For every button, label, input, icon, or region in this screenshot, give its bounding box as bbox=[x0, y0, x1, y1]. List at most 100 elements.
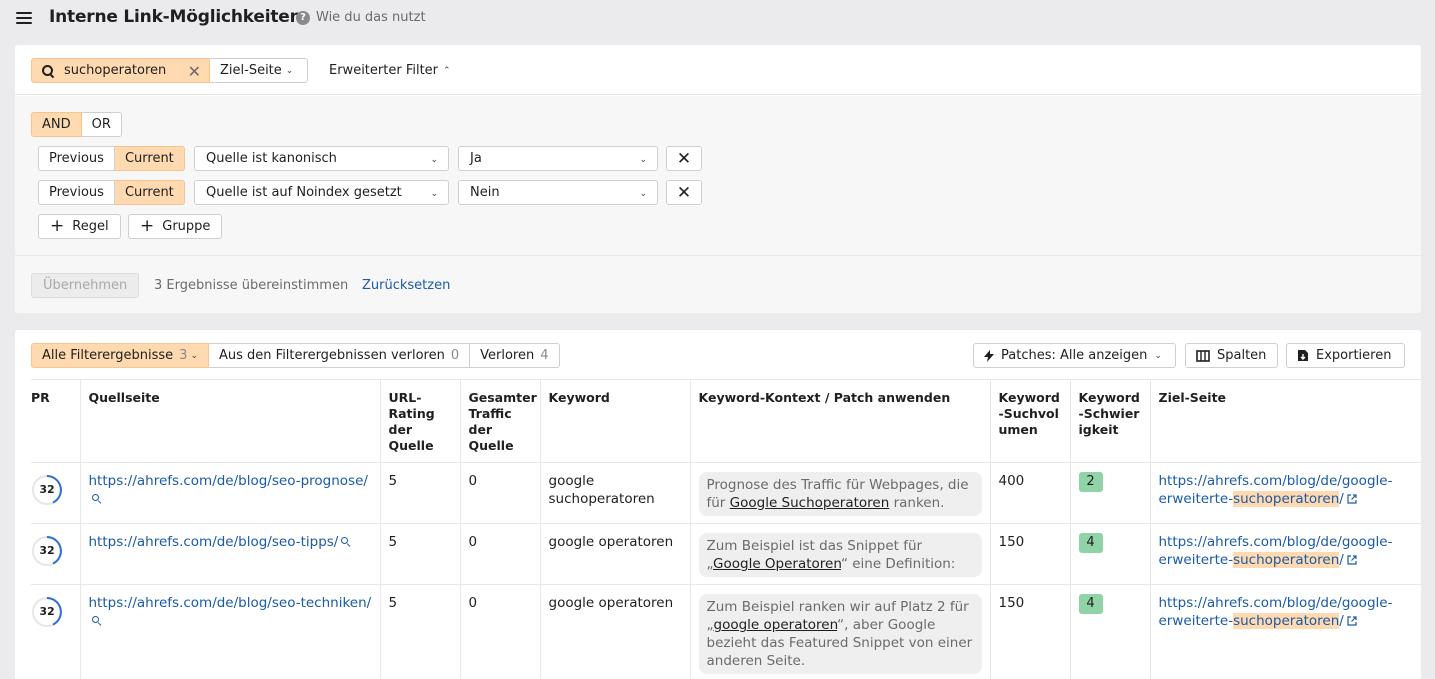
advanced-filter-label: Erweiterter Filter bbox=[329, 63, 439, 78]
rule-2-value-select[interactable]: Nein ⌄ bbox=[458, 180, 658, 205]
magnifier-icon[interactable] bbox=[341, 536, 351, 546]
keyword-cell: google operatoren bbox=[539, 584, 690, 679]
col-keyword[interactable]: Keyword bbox=[539, 379, 690, 463]
context-text: ranken. bbox=[889, 495, 945, 511]
page-title: Interne Link-Möglichkeiten bbox=[49, 7, 302, 27]
chevron-down-icon: ⌄ bbox=[430, 155, 438, 165]
chevron-down-icon: ⌄ bbox=[190, 350, 198, 361]
traffic-cell: 0 bbox=[459, 462, 540, 524]
kd-badge: 2 bbox=[1078, 472, 1103, 492]
filter-panel: suchoperatoren ✕ Ziel-Seite ⌄ Erweiterte… bbox=[15, 45, 1421, 313]
url-rating-cell: 5 bbox=[379, 584, 460, 679]
traffic-cell: 0 bbox=[459, 584, 540, 679]
kd-badge: 4 bbox=[1078, 594, 1103, 614]
rule-builder: AND OR Previous Current Quelle ist kanon… bbox=[15, 96, 1421, 256]
kd-badge: 4 bbox=[1078, 533, 1103, 553]
match-count: 3 Ergebnisse übereinstimmen bbox=[154, 278, 349, 293]
results-panel: Alle Filterergebnisse 3 ⌄ Aus den Filter… bbox=[15, 330, 1421, 679]
source-link[interactable]: https://ahrefs.com/de/blog/seo-tipps/ bbox=[89, 534, 339, 550]
keyword-context[interactable]: Prognose des Traffic für Webpages, die f… bbox=[698, 472, 982, 516]
add-rule-label: Regel bbox=[72, 219, 109, 234]
tab-count: 0 bbox=[450, 348, 460, 363]
pr-value: 32 bbox=[39, 483, 55, 496]
magnifier-icon[interactable] bbox=[91, 615, 102, 625]
patches-dropdown[interactable]: Patches: Alle anzeigen ⌄ bbox=[973, 343, 1176, 368]
keyword-context[interactable]: Zum Beispiel ranken wir auf Platz 2 für … bbox=[698, 594, 982, 674]
pr-ring: 32 bbox=[31, 535, 63, 567]
volume-cell: 150 bbox=[989, 584, 1070, 679]
close-icon: ✕ bbox=[676, 182, 692, 203]
col-volume[interactable]: Keyword-Suchvolumen bbox=[989, 379, 1070, 463]
search-chip[interactable]: suchoperatoren ✕ bbox=[31, 58, 210, 83]
rule-1-field: Quelle ist kanonisch bbox=[206, 151, 337, 166]
keyword-context[interactable]: Zum Beispiel ist das Snippet für „Google… bbox=[698, 533, 982, 577]
results-table: PR Quellseite URL-Rating der Quelle Gesa… bbox=[31, 379, 1421, 679]
previous-button[interactable]: Previous bbox=[38, 180, 115, 205]
export-icon bbox=[1297, 349, 1309, 362]
target-url-part: / bbox=[1339, 552, 1344, 568]
rule-2-value: Nein bbox=[470, 185, 500, 200]
col-source[interactable]: Quellseite bbox=[79, 379, 380, 463]
rule-1-field-select[interactable]: Quelle ist kanonisch ⌄ bbox=[194, 146, 449, 171]
close-icon[interactable]: ✕ bbox=[188, 62, 201, 81]
target-page-label: Ziel-Seite bbox=[220, 63, 282, 78]
apply-button[interactable]: Übernehmen bbox=[31, 273, 140, 298]
rule-2-period-toggle: Previous Current bbox=[38, 180, 185, 205]
context-keyword: Google Operatoren bbox=[713, 556, 841, 572]
col-target[interactable]: Ziel-Seite bbox=[1149, 379, 1421, 463]
target-link[interactable]: https://ahrefs.com/blog/de/google-erweit… bbox=[1159, 595, 1392, 629]
external-link-icon[interactable] bbox=[1347, 616, 1357, 626]
menu-icon[interactable] bbox=[16, 12, 32, 24]
help-link[interactable]: ? Wie du das nutzt bbox=[296, 10, 426, 25]
external-link-icon[interactable] bbox=[1347, 494, 1357, 504]
col-difficulty[interactable]: Keyword-Schwierigkeit bbox=[1069, 379, 1150, 463]
source-link[interactable]: https://ahrefs.com/de/blog/seo-techniken… bbox=[89, 595, 372, 611]
tab-lost-from-filter[interactable]: Aus den Filterergebnissen verloren 0 bbox=[209, 343, 471, 368]
rule-1-value-select[interactable]: Ja ⌄ bbox=[458, 146, 658, 171]
chevron-down-icon: ⌄ bbox=[430, 189, 438, 199]
current-button[interactable]: Current bbox=[114, 146, 185, 171]
col-url-rating[interactable]: URL-Rating der Quelle bbox=[379, 379, 460, 463]
tab-all-results[interactable]: Alle Filterergebnisse 3 ⌄ bbox=[31, 343, 209, 368]
export-button[interactable]: Exportieren bbox=[1286, 343, 1405, 368]
remove-rule-1-button[interactable]: ✕ bbox=[666, 146, 702, 171]
current-button[interactable]: Current bbox=[114, 180, 185, 205]
search-value: suchoperatoren bbox=[64, 63, 167, 78]
source-link[interactable]: https://ahrefs.com/de/blog/seo-prognose/ bbox=[89, 473, 368, 489]
patches-label: Patches: Alle anzeigen bbox=[1001, 348, 1148, 363]
target-link[interactable]: https://ahrefs.com/blog/de/google-erweit… bbox=[1159, 473, 1392, 507]
add-group-button[interactable]: + Gruppe bbox=[128, 214, 223, 239]
context-keyword: Google Suchoperatoren bbox=[729, 495, 890, 511]
remove-rule-2-button[interactable]: ✕ bbox=[666, 180, 702, 205]
table-row: 32 https://ahrefs.com/de/blog/seo-techni… bbox=[31, 584, 1421, 679]
chevron-down-icon: ⌄ bbox=[639, 155, 647, 165]
or-button[interactable]: OR bbox=[81, 112, 122, 137]
previous-button[interactable]: Previous bbox=[38, 146, 115, 171]
and-button[interactable]: AND bbox=[31, 112, 82, 137]
reset-link[interactable]: Zurücksetzen bbox=[362, 278, 450, 293]
tab-count: 3 bbox=[179, 348, 188, 363]
target-link[interactable]: https://ahrefs.com/blog/de/google-erweit… bbox=[1159, 534, 1392, 568]
columns-icon bbox=[1196, 349, 1210, 362]
target-page-dropdown[interactable]: Ziel-Seite ⌄ bbox=[210, 58, 308, 83]
col-traffic[interactable]: Gesamter Traffic der Quelle bbox=[459, 379, 540, 463]
pr-value: 32 bbox=[39, 544, 55, 557]
col-context[interactable]: Keyword-Kontext / Patch anwenden bbox=[689, 379, 990, 463]
pr-value: 32 bbox=[39, 605, 55, 618]
top-bar: Interne Link-Möglichkeiten ? Wie du das … bbox=[0, 0, 1435, 36]
rule-2-field-select[interactable]: Quelle ist auf Noindex gesetzt ⌄ bbox=[194, 180, 449, 205]
tab-label: Verloren bbox=[480, 348, 535, 363]
columns-button[interactable]: Spalten bbox=[1185, 343, 1278, 368]
table-row: 32 https://ahrefs.com/de/blog/seo-tipps/… bbox=[31, 523, 1421, 585]
chevron-down-icon: ⌄ bbox=[1154, 350, 1162, 361]
logic-toggle: AND OR bbox=[31, 112, 122, 137]
advanced-filter-toggle[interactable]: Erweiterter Filter ⌃ bbox=[329, 63, 451, 78]
external-link-icon[interactable] bbox=[1347, 555, 1357, 565]
tab-lost[interactable]: Verloren 4 bbox=[470, 343, 560, 368]
target-url-highlight: suchoperatoren bbox=[1233, 552, 1340, 568]
magnifier-icon[interactable] bbox=[91, 493, 102, 503]
help-label: Wie du das nutzt bbox=[316, 10, 426, 25]
col-pr[interactable]: PR bbox=[31, 379, 80, 463]
traffic-cell: 0 bbox=[459, 523, 540, 585]
add-rule-button[interactable]: + Regel bbox=[38, 214, 121, 239]
